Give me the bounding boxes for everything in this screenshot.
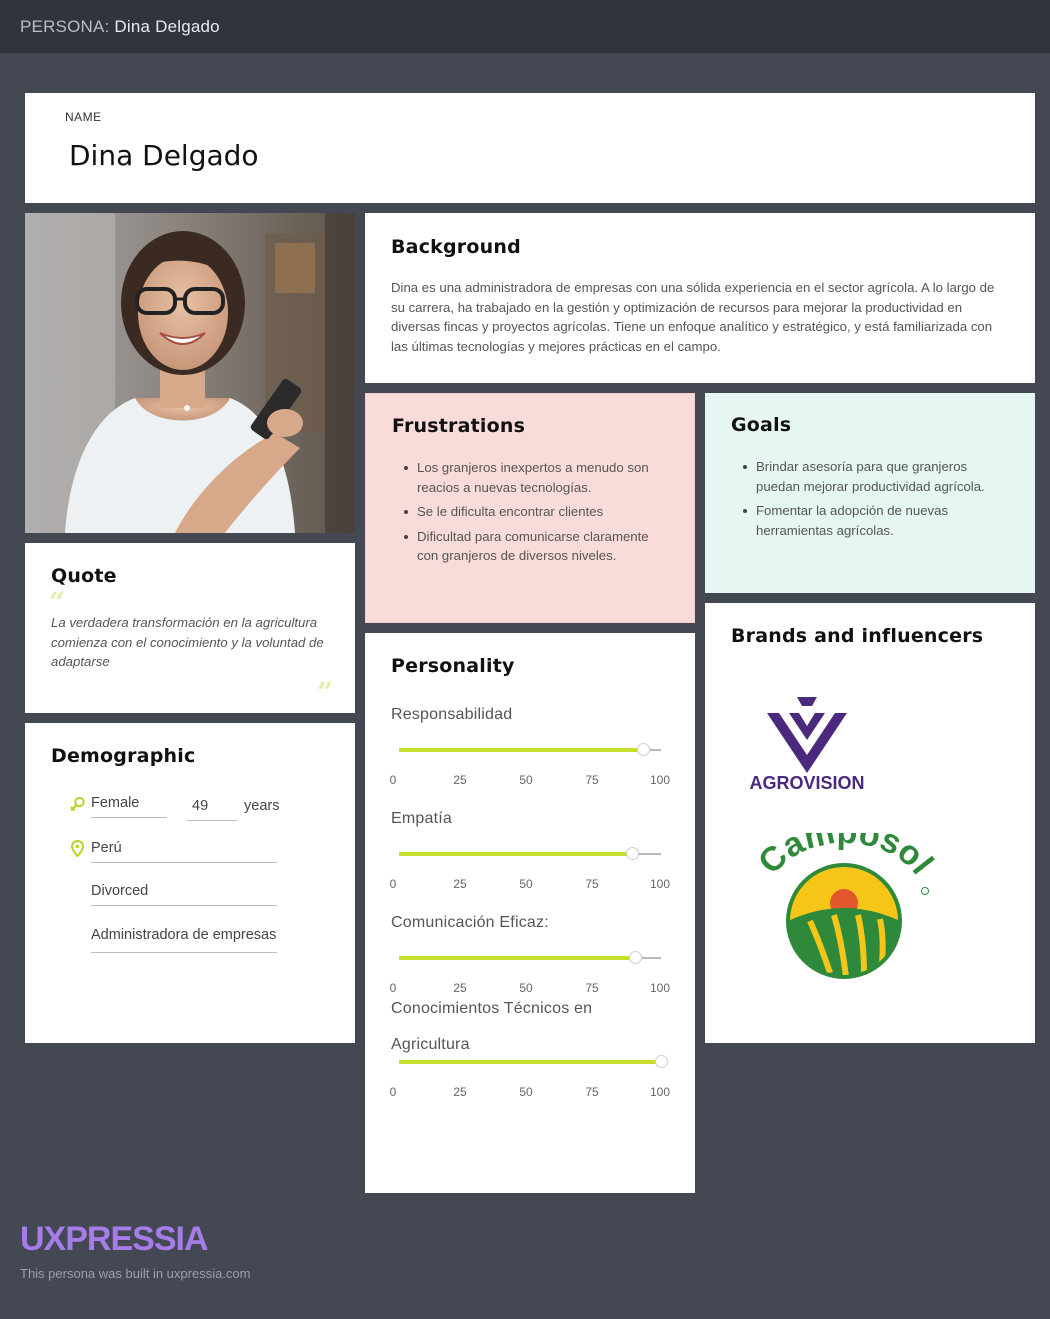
goal-item[interactable]: Fomentar la adopción de nuevas herramien… (731, 501, 1011, 540)
trait-responsabilidad: Responsabilidad 0 25 50 75 100 (390, 697, 671, 787)
frustration-item[interactable]: Se le dificulta encontrar clientes (392, 502, 672, 522)
close-quote-icon: ” (317, 676, 334, 709)
name-label: NAME (65, 110, 102, 124)
trait-slider-fill (399, 748, 643, 752)
background-card: Background Dina es una administradora de… (365, 213, 1035, 383)
scale-tick: 0 (389, 1085, 397, 1099)
background-title: Background (391, 236, 521, 258)
scale-tick: 0 (389, 877, 397, 891)
trait-name: Conocimientos Técnicos en Agricultura (391, 1000, 593, 1053)
demographic-title: Demographic (51, 745, 196, 767)
scale-tick: 75 (585, 773, 599, 787)
quote-text[interactable]: La verdadera transformación en la agricu… (51, 613, 336, 672)
demographic-card: Demographic Female 49 years Perú Divorce… (25, 723, 355, 1043)
age-field[interactable]: 49 (187, 798, 237, 821)
scale-tick: 75 (585, 1085, 599, 1099)
scale-tick: 100 (649, 773, 671, 787)
persona-name[interactable]: Dina Delgado (69, 139, 259, 172)
persona-title: PERSONA: Dina Delgado (20, 17, 220, 37)
trait-slider-track[interactable] (399, 847, 661, 860)
trait-name: Comunicación Eficaz: (391, 914, 549, 931)
scale-tick: 25 (453, 1085, 467, 1099)
trait-slider-fill (399, 1060, 661, 1064)
scale-tick: 50 (519, 773, 533, 787)
gender-field[interactable]: Female (91, 795, 167, 818)
marital-status-field[interactable]: Divorced (91, 883, 277, 906)
scale-tick: 100 (649, 877, 671, 891)
goals-title: Goals (731, 414, 792, 436)
agrovision-logo-text: AGROVISION (749, 773, 864, 793)
scale-tick: 25 (453, 877, 467, 891)
goals-list: Brindar asesoría para que granjeros pued… (731, 457, 1011, 545)
scale-tick: 50 (519, 1085, 533, 1099)
persona-title-name: Dina Delgado (114, 17, 220, 36)
trait-scale: 0 25 50 75 100 (389, 877, 671, 891)
trait-scale: 0 25 50 75 100 (389, 773, 671, 787)
trait-slider-track[interactable] (399, 743, 661, 756)
background-text[interactable]: Dina es una administradora de empresas c… (391, 278, 1011, 356)
footer-note: This persona was built in uxpressia.com (20, 1266, 251, 1281)
persona-title-label: PERSONA: (20, 17, 110, 36)
persona-photo-image (25, 213, 355, 533)
occupation-field[interactable]: Administradora de empresas (91, 924, 277, 953)
brands-title: Brands and influencers (731, 625, 984, 647)
age-unit: years (244, 798, 280, 814)
trait-slider-fill (399, 852, 633, 856)
uxpressia-logo[interactable]: UXPRESSIA (20, 1220, 208, 1259)
trait-slider-handle[interactable] (626, 847, 640, 860)
name-card: NAME Dina Delgado (25, 93, 1035, 203)
scale-tick: 0 (389, 773, 397, 787)
personality-title: Personality (391, 655, 515, 677)
trait-slider-track[interactable] (399, 1055, 668, 1068)
frustration-item[interactable]: Dificultad para comunicarse claramente c… (392, 527, 672, 566)
trait-conocimientos-tecnicos: Conocimientos Técnicos en Agricultura 0 … (390, 991, 671, 1099)
location-field[interactable]: Perú (91, 840, 277, 863)
brands-card: Brands and influencers AGROVISION Campos… (705, 603, 1035, 1043)
trait-scale: 0 25 50 75 100 (389, 1085, 671, 1099)
frustrations-title: Frustrations (392, 415, 526, 437)
gender-icon (70, 796, 85, 812)
trait-empatia: Empatía 0 25 50 75 100 (390, 801, 671, 891)
quote-title: Quote (51, 565, 117, 587)
trait-slider-handle[interactable] (655, 1055, 668, 1068)
top-bar: PERSONA: Dina Delgado (0, 0, 1050, 53)
scale-tick: 75 (585, 877, 599, 891)
frustrations-list: Los granjeros inexpertos a menudo son re… (392, 458, 672, 571)
scale-tick: 50 (519, 877, 533, 891)
goals-card: Goals Brindar asesoría para que granjero… (705, 393, 1035, 593)
frustrations-card: Frustrations Los granjeros inexpertos a … (365, 393, 695, 623)
trait-comunicacion-eficaz: Comunicación Eficaz: 0 25 50 75 100 (390, 905, 671, 995)
frustration-item[interactable]: Los granjeros inexpertos a menudo son re… (392, 458, 672, 497)
scale-tick: 25 (453, 773, 467, 787)
trait-slider-handle[interactable] (636, 743, 650, 756)
trait-slider-handle[interactable] (628, 951, 642, 964)
agrovision-logo: AGROVISION (749, 697, 865, 793)
trait-name: Responsabilidad (391, 706, 513, 723)
scale-tick: 100 (649, 1085, 671, 1099)
trait-name: Empatía (391, 810, 452, 827)
trait-slider-track[interactable] (399, 951, 661, 964)
location-pin-icon (71, 840, 84, 857)
camposol-logo: Camposol (751, 833, 940, 979)
personality-card: Personality Responsabilidad 0 25 50 75 1… (365, 633, 695, 1193)
trait-slider-fill (399, 956, 635, 960)
quote-card: Quote “ La verdadera transformación en l… (25, 543, 355, 713)
goal-item[interactable]: Brindar asesoría para que granjeros pued… (731, 457, 1011, 496)
persona-photo (25, 213, 355, 533)
